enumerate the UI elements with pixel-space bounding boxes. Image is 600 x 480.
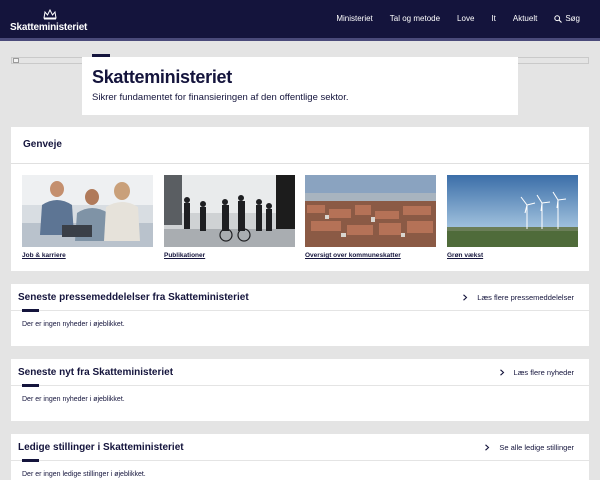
shortcuts-divider [11, 163, 589, 164]
jobs-more-label: Se alle ledige stillinger [499, 443, 574, 452]
shortcut-label: Job & karriere [22, 252, 66, 259]
shortcut-job-karriere[interactable]: Job & karriere [22, 175, 153, 259]
news-empty-text: Der er ingen nyheder i øjeblikket. [22, 396, 125, 403]
accent-bar [22, 384, 39, 387]
shortcut-label: Publikationer [164, 252, 206, 259]
street-photo-icon [164, 175, 295, 247]
press-releases-more-label: Læs flere pressemeddelelser [477, 293, 574, 302]
main-nav: Ministeriet Tal og metode Love It Aktuel… [319, 14, 580, 23]
shortcut-image-windmills [447, 175, 578, 247]
city-photo-icon [305, 175, 436, 247]
nav-item-aktuelt[interactable]: Aktuelt [513, 14, 537, 23]
search-button[interactable]: Søg [554, 14, 580, 23]
search-label: Søg [565, 14, 580, 23]
hero-title: Skatteministeriet [92, 67, 232, 87]
search-icon [554, 14, 563, 23]
chevron-right-icon [485, 444, 490, 451]
site-header: Skatteministeriet Ministeriet Tal og met… [0, 0, 600, 41]
news-title: Seneste nyt fra Skatteministeriet [18, 367, 174, 378]
news-more-label: Læs flere nyheder [513, 368, 574, 377]
panel-divider [11, 385, 589, 386]
nav-item-ministeriet[interactable]: Ministeriet [336, 14, 372, 23]
panel-divider [11, 460, 589, 461]
nav-item-tal-og-metode[interactable]: Tal og metode [390, 14, 440, 23]
shortcut-image-city [305, 175, 436, 247]
accent-bar [22, 459, 39, 462]
accent-bar [22, 309, 39, 312]
crown-icon [43, 9, 57, 20]
shortcut-kommuneskatter[interactable]: Oversigt over kommuneskatter [305, 175, 436, 259]
shortcut-gron-vaekst[interactable]: Grøn vækst [447, 175, 578, 259]
news-panel: Seneste nyt fra Skatteministeriet Læs fl… [11, 359, 589, 421]
hero-card: Skatteministeriet Sikrer fundamentet for… [82, 54, 518, 115]
logo-wordmark: Skatteministeriet [10, 22, 88, 33]
hero-accent-bar [92, 54, 110, 57]
jobs-panel: Ledige stillinger i Skatteministeriet Se… [11, 434, 589, 480]
shortcut-image-street [164, 175, 295, 247]
chevron-right-icon [499, 369, 504, 376]
press-releases-empty-text: Der er ingen nyheder i øjeblikket. [22, 321, 125, 328]
jobs-more-link[interactable]: Se alle ledige stillinger [484, 443, 574, 452]
shortcut-publikationer[interactable]: Publikationer [164, 175, 295, 259]
shortcut-label: Grøn vækst [447, 252, 484, 259]
shortcuts-panel: Genveje Job & karriere Publikationer Ove… [11, 127, 589, 271]
panel-divider [11, 310, 589, 311]
site-logo[interactable]: Skatteministeriet [10, 9, 90, 35]
jobs-title: Ledige stillinger i Skatteministeriet [18, 442, 184, 453]
broken-image-icon [13, 58, 19, 63]
nav-item-it[interactable]: It [491, 14, 495, 23]
hero-subtitle: Sikrer fundamentet for finansieringen af… [92, 92, 349, 103]
press-releases-more-link[interactable]: Læs flere pressemeddelelser [462, 293, 574, 302]
shortcut-image-office [22, 175, 153, 247]
windmill-photo-icon [447, 175, 578, 247]
press-releases-panel: Seneste pressemeddelelser fra Skattemini… [11, 284, 589, 346]
shortcut-label: Oversigt over kommuneskatter [305, 252, 401, 259]
shortcuts-title: Genveje [23, 139, 62, 150]
jobs-empty-text: Der er ingen ledige stillinger i øjeblik… [22, 471, 146, 478]
press-releases-title: Seneste pressemeddelelser fra Skattemini… [18, 292, 249, 303]
nav-item-love[interactable]: Love [457, 14, 474, 23]
office-photo-icon [22, 175, 153, 247]
news-more-link[interactable]: Læs flere nyheder [499, 368, 574, 377]
chevron-right-icon [463, 294, 468, 301]
